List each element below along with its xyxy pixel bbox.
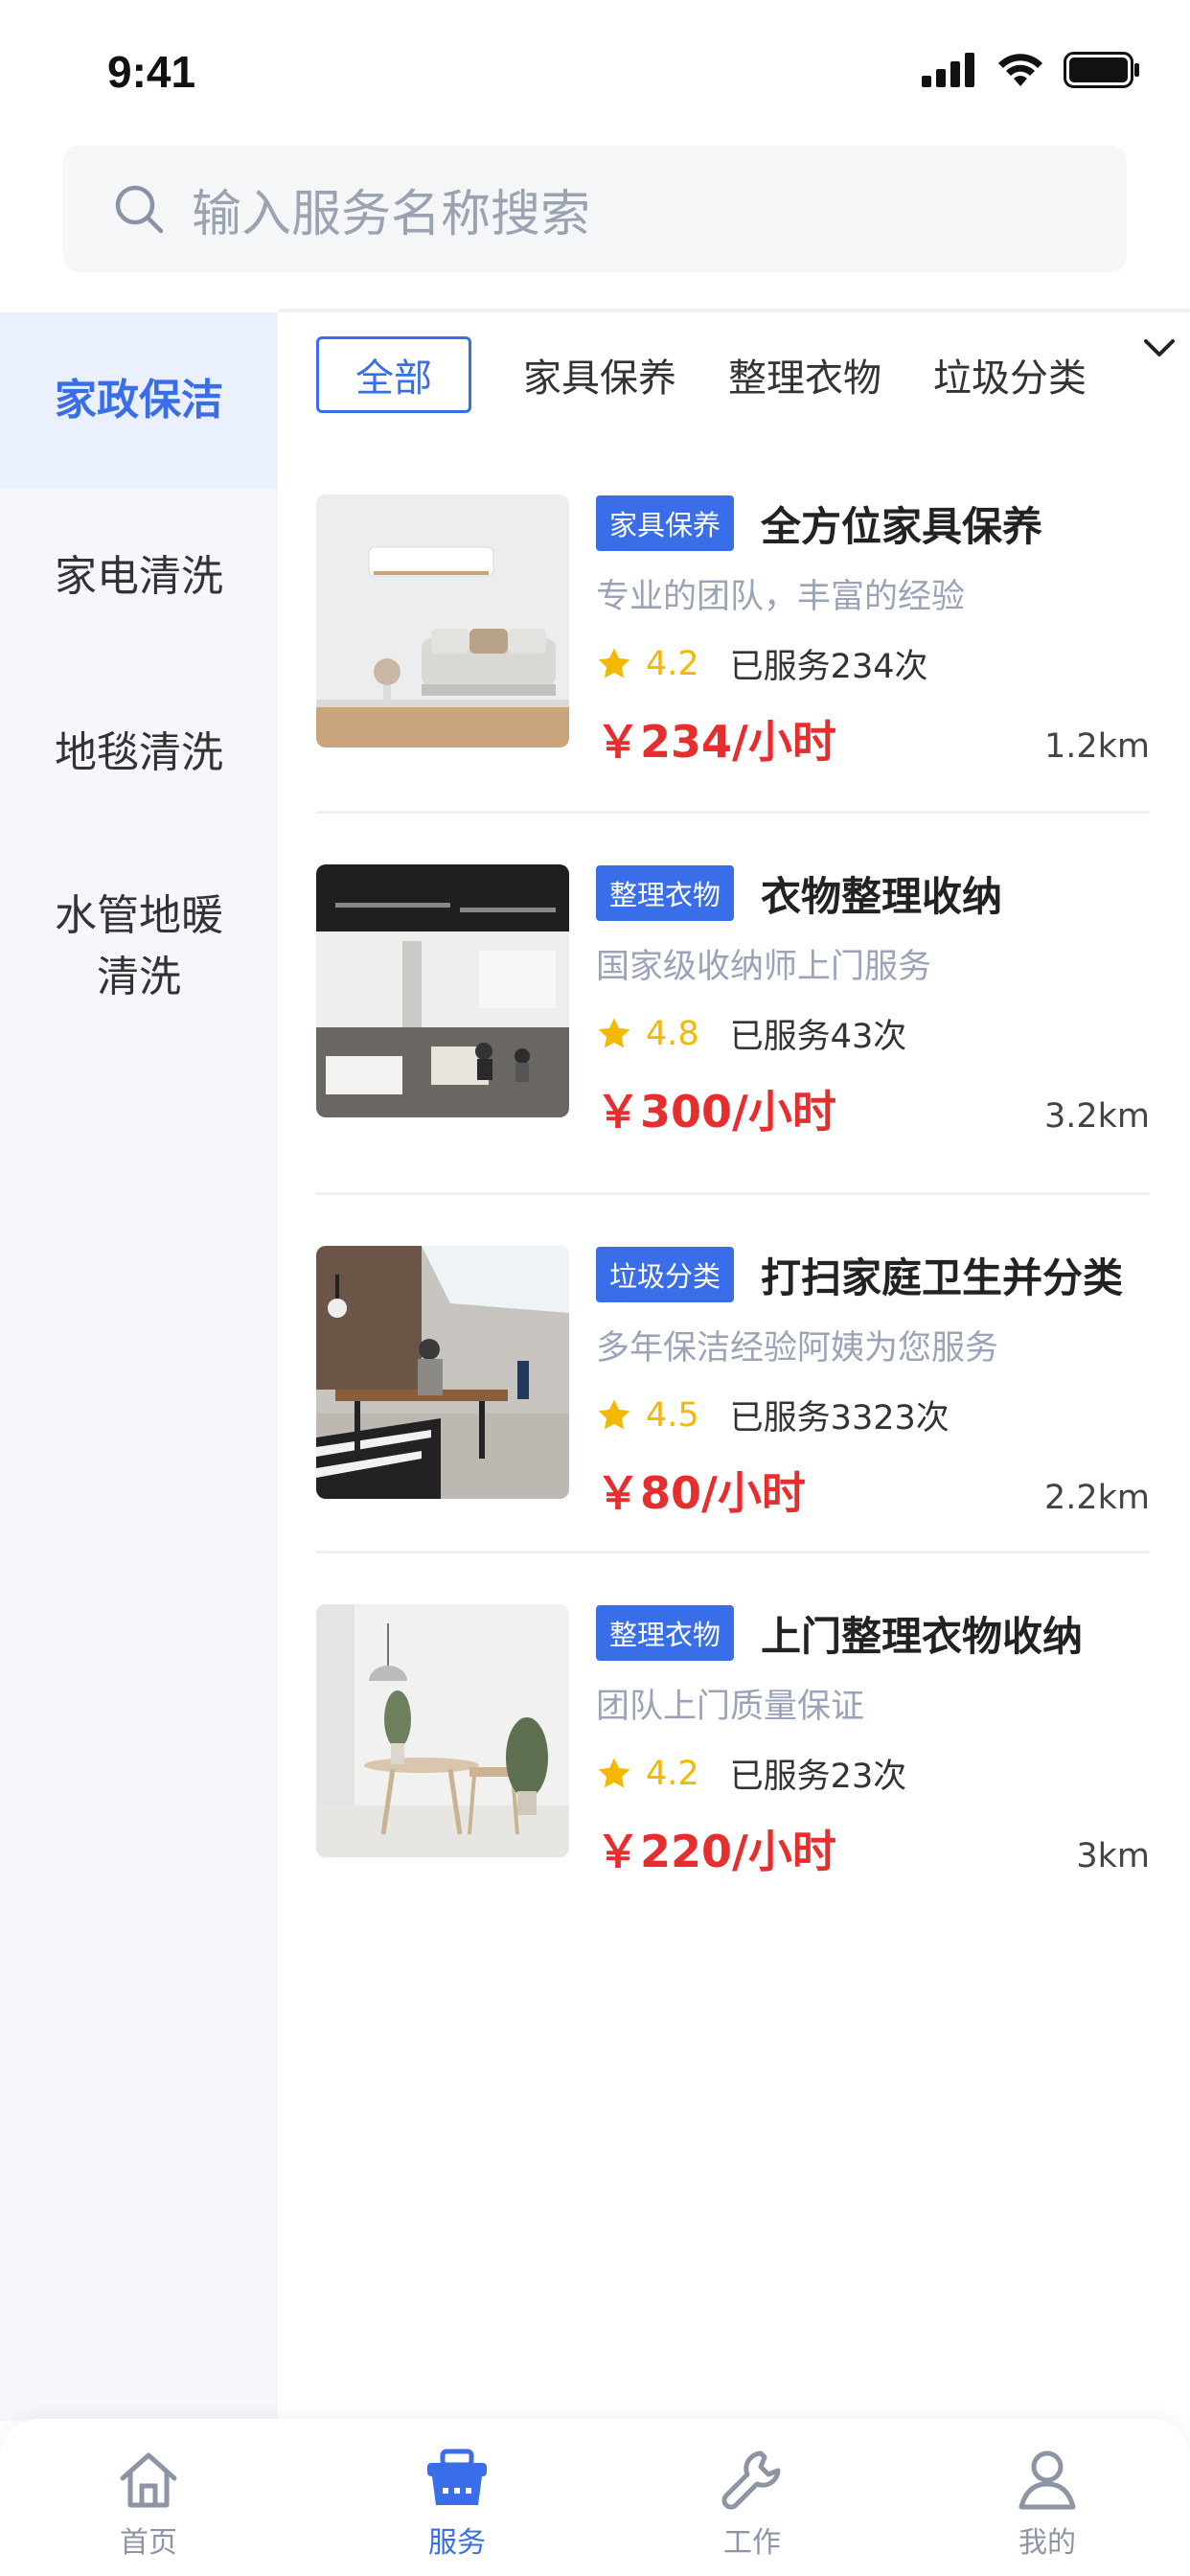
- home-icon: [120, 2452, 177, 2508]
- sidebar-item-label: 地毯清洗: [55, 728, 223, 777]
- search-icon: [115, 185, 164, 234]
- service-tag: 家具保养: [596, 495, 735, 551]
- bottom-tab-bar: 首页 服务 工作 我的: [0, 2419, 1190, 2576]
- service-description: 团队上门质量保证: [596, 1688, 865, 1726]
- category-sidebar: 家政保洁 家电清洗 地毯清洗 水管地暖 清洗: [0, 312, 278, 2421]
- service-rating: 4.5: [646, 1395, 699, 1435]
- service-tag: 整理衣物: [596, 865, 735, 921]
- service-info: 垃圾分类 打扫家庭卫生并分类 多年保洁经验阿姨为您服务 4.5 已服务3323次…: [596, 1246, 1150, 1522]
- service-served-count: 已服务43次: [729, 1018, 907, 1056]
- service-description: 专业的团队，丰富的经验: [596, 578, 966, 616]
- tab-work[interactable]: 工作: [656, 2446, 848, 2561]
- sidebar-item-label: 水管地暖 清洗: [55, 886, 223, 1008]
- service-served-count: 已服务3323次: [729, 1399, 950, 1438]
- star-icon: [598, 1757, 630, 1787]
- filter-chip-clothes[interactable]: 整理衣物: [728, 347, 881, 402]
- service-tag: 整理衣物: [596, 1605, 735, 1661]
- service-price: ￥80/小时: [596, 1467, 806, 1519]
- service-image-workspace: [316, 1246, 569, 1499]
- status-bar: 9:41: [0, 0, 1190, 144]
- service-distance: 3.2km: [1043, 1097, 1150, 1136]
- service-tag: 垃圾分类: [596, 1247, 735, 1302]
- status-icons: [922, 52, 1140, 88]
- chevron-down-icon[interactable]: [1140, 334, 1179, 362]
- sidebar-item-carpet-cleaning[interactable]: 地毯清洗: [0, 665, 278, 841]
- sidebar-item-label: 家政保洁: [55, 376, 223, 425]
- sidebar-item-housekeeping[interactable]: 家政保洁: [0, 312, 278, 489]
- service-rating: 4.2: [646, 644, 699, 683]
- sidebar-item-label: 家电清洗: [55, 552, 223, 601]
- card-divider: [316, 1551, 1150, 1553]
- filter-chip-all[interactable]: 全部: [316, 336, 471, 413]
- search-bar[interactable]: 输入服务名称搜索: [63, 146, 1127, 272]
- sidebar-item-label-line1: 水管地暖: [55, 891, 223, 940]
- sidebar-item-label-line2: 清洗: [97, 953, 181, 1001]
- sidebar-item-pipe-heating-cleaning[interactable]: 水管地暖 清洗: [0, 841, 278, 1052]
- service-distance: 1.2km: [1043, 727, 1150, 766]
- service-image-office: [316, 864, 569, 1117]
- service-description: 国家级收纳师上门服务: [596, 948, 932, 986]
- star-icon: [598, 1398, 630, 1429]
- card-divider: [316, 811, 1150, 814]
- search-input[interactable]: 输入服务名称搜索: [192, 173, 590, 245]
- service-content: 全部 家具保养 整理衣物 垃圾分类 家具保养 全方位家具保养 专业的团队，丰富的…: [278, 312, 1190, 2576]
- service-image-living-room: [316, 494, 569, 748]
- tab-label: 首页: [120, 2526, 177, 2560]
- service-title: 打扫家庭卫生并分类: [761, 1254, 1124, 1301]
- tab-home[interactable]: 首页: [53, 2446, 244, 2561]
- wrench-icon: [721, 2450, 781, 2510]
- service-price: ￥234/小时: [596, 716, 836, 768]
- service-description: 多年保洁经验阿姨为您服务: [596, 1329, 999, 1368]
- service-info: 整理衣物 衣物整理收纳 国家级收纳师上门服务 4.8 已服务43次 ￥300/小…: [596, 864, 1150, 1140]
- service-title: 全方位家具保养: [761, 502, 1043, 550]
- service-price: ￥220/小时: [596, 1826, 836, 1877]
- signal-icon: [922, 53, 974, 87]
- service-rating: 4.2: [646, 1754, 699, 1793]
- service-title: 衣物整理收纳: [761, 872, 1003, 920]
- battery-icon: [1064, 52, 1139, 88]
- tab-label: 我的: [1018, 2526, 1076, 2560]
- tab-label: 服务: [428, 2526, 486, 2560]
- star-icon: [598, 1017, 630, 1047]
- service-distance: 3km: [1076, 1837, 1150, 1875]
- service-price: ￥300/小时: [596, 1086, 836, 1138]
- user-icon: [1018, 2450, 1076, 2510]
- card-divider: [316, 1192, 1150, 1195]
- service-info: 家具保养 全方位家具保养 专业的团队，丰富的经验 4.2 已服务234次 ￥23…: [596, 494, 1150, 770]
- service-served-count: 已服务234次: [729, 648, 928, 686]
- tab-label: 工作: [723, 2526, 781, 2560]
- service-title: 上门整理衣物收纳: [761, 1612, 1084, 1660]
- filter-chip-garbage[interactable]: 垃圾分类: [933, 347, 1087, 402]
- service-served-count: 已服务23次: [729, 1758, 907, 1796]
- service-distance: 2.2km: [1043, 1479, 1150, 1517]
- tab-mine[interactable]: 我的: [951, 2446, 1143, 2561]
- basket-icon: [427, 2449, 487, 2505]
- wifi-icon: [998, 54, 1042, 86]
- service-rating: 4.8: [646, 1014, 699, 1053]
- status-time: 9:41: [107, 47, 196, 97]
- service-image-dining-corner: [316, 1604, 569, 1857]
- star-icon: [598, 647, 630, 678]
- tab-service[interactable]: 服务: [361, 2446, 553, 2561]
- service-info: 整理衣物 上门整理衣物收纳 团队上门质量保证 4.2 已服务23次 ￥220/小…: [596, 1604, 1150, 1880]
- filter-bar: 全部 家具保养 整理衣物 垃圾分类: [316, 336, 1179, 413]
- sidebar-item-appliance-cleaning[interactable]: 家电清洗: [0, 489, 278, 665]
- filter-chip-furniture[interactable]: 家具保养: [523, 347, 676, 402]
